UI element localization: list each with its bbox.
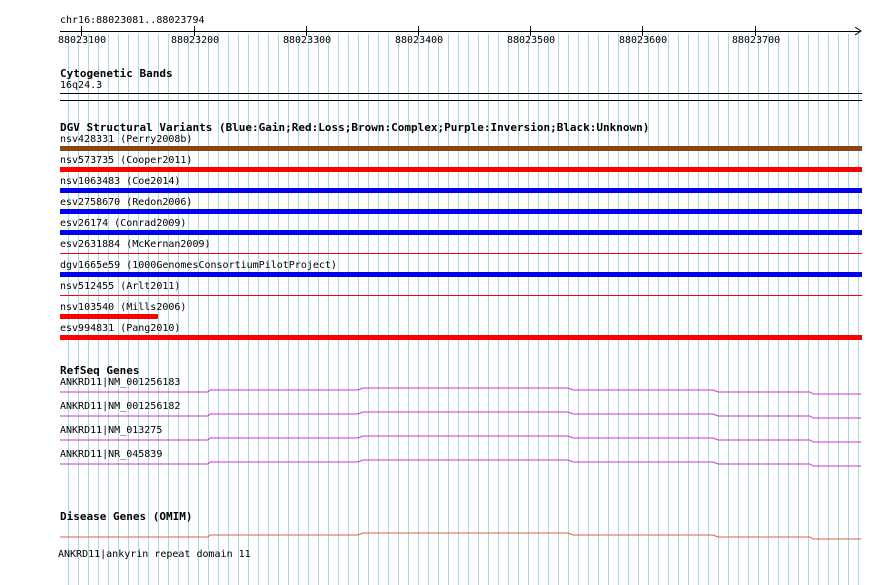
dgv-variant-bar[interactable] — [60, 335, 862, 340]
dgv-variant-bar[interactable] — [60, 253, 862, 254]
omim-gene-model[interactable] — [58, 532, 863, 542]
dgv-variant-bar[interactable] — [60, 167, 862, 172]
omim-title: Disease Genes (OMIM) — [60, 510, 193, 523]
dgv-variant-bar[interactable] — [60, 272, 862, 277]
dgv-title: DGV Structural Variants (Blue:Gain;Red:L… — [60, 121, 650, 134]
dgv-variant-label[interactable]: nsv1063483 (Coe2014) — [60, 176, 180, 188]
ruler-tick-label: 88023300 — [283, 35, 332, 46]
ruler-arrow-icon — [855, 27, 862, 36]
dgv-variant-label[interactable]: nsv103540 (Mills2006) — [60, 302, 186, 314]
dgv-variant-bar[interactable] — [60, 314, 158, 319]
ruler-axis-line — [60, 31, 860, 32]
ruler-tick-label: 88023100 — [58, 35, 107, 46]
dgv-variant-bar[interactable] — [60, 209, 862, 214]
dgv-variant-label[interactable]: esv2758670 (Redon2006) — [60, 197, 192, 209]
ruler-tick-label: 88023600 — [619, 35, 668, 46]
ruler-tick-label: 88023500 — [507, 35, 556, 46]
dgv-variant-label[interactable]: esv994831 (Pang2010) — [60, 323, 180, 335]
refseq-title: RefSeq Genes — [60, 364, 140, 377]
omim-gene-label[interactable]: ANKRD11|ankyrin repeat domain 11 — [58, 549, 251, 561]
refseq-gene-model[interactable] — [58, 411, 863, 421]
refseq-gene-model[interactable] — [58, 435, 863, 445]
dgv-variant-bar[interactable] — [60, 188, 862, 193]
dgv-variant-label[interactable]: nsv428331 (Perry2008b) — [60, 134, 192, 146]
dgv-variant-bar[interactable] — [60, 230, 862, 235]
cytoband-line-lower — [60, 100, 862, 101]
refseq-gene-model[interactable] — [58, 387, 863, 397]
refseq-gene-model[interactable] — [58, 459, 863, 469]
cytogenetic-title: Cytogenetic Bands — [60, 67, 173, 80]
dgv-variant-bar[interactable] — [60, 146, 862, 151]
dgv-variant-label[interactable]: dgv1665e59 (1000GenomesConsortiumPilotPr… — [60, 260, 337, 272]
cytoband-label: 16q24.3 — [60, 80, 103, 91]
ruler-tick-label: 88023200 — [171, 35, 220, 46]
dgv-variant-label[interactable]: esv26174 (Conrad2009) — [60, 218, 186, 230]
cytoband-line-upper — [60, 93, 862, 94]
ruler-tick-label: 88023700 — [732, 35, 781, 46]
dgv-variant-label[interactable]: nsv512455 (Arlt2011) — [60, 281, 180, 293]
dgv-variant-label[interactable]: nsv573735 (Cooper2011) — [60, 155, 192, 167]
genome-browser-view: chr16:88023081..88023794 88023100 8802320… — [0, 0, 890, 585]
dgv-variant-bar[interactable] — [60, 295, 862, 296]
ruler-tick-label: 88023400 — [395, 35, 444, 46]
dgv-variant-label[interactable]: esv2631884 (McKernan2009) — [60, 239, 211, 251]
